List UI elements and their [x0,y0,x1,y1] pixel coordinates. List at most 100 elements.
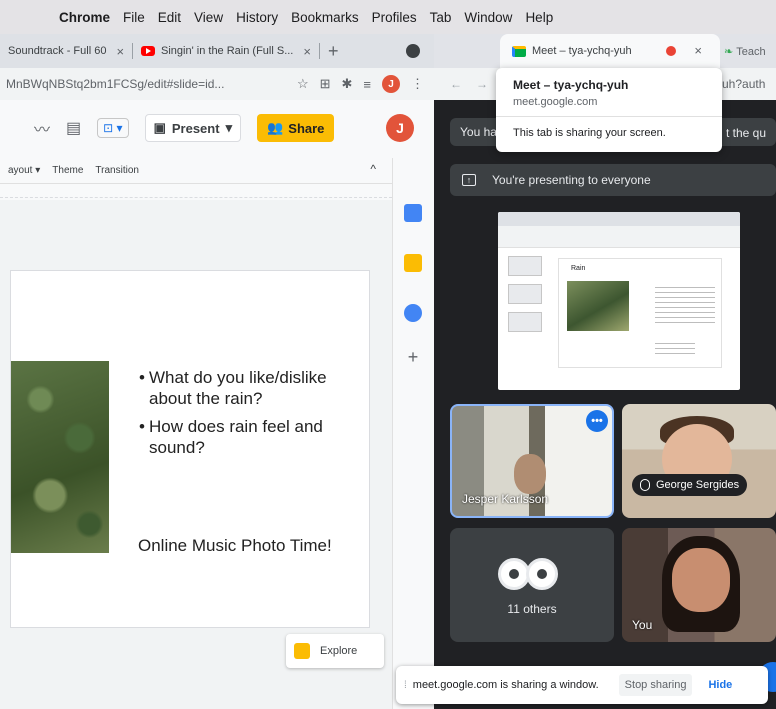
close-icon[interactable]: × [116,44,124,59]
ruler [0,186,392,198]
slides-toolbar: 〰 ▤ ⊡ ▾ ▣ Present ▾ 👥 Share J [0,106,434,150]
tab-label: Soundtrack - Full 60 [8,45,107,57]
participant-name: Jesper Karlsson [462,492,549,506]
new-tab-icon[interactable]: + [328,41,339,62]
preview-slide-title: Rain [571,265,586,272]
mac-menubar: Chrome File Edit View History Bookmarks … [0,0,776,34]
preview-text [655,283,715,323]
slide-canvas: What do you like/dislike about the rain?… [0,200,392,709]
bullet-item: What do you like/dislike about the rain? [139,367,339,409]
preview-tabbar [498,212,740,226]
tab-label: Meet – tya-ychq-yuh [532,45,632,57]
menu-transition[interactable]: Transition [95,165,139,176]
hide-button[interactable]: Hide [708,679,732,691]
grid-icon[interactable]: ⊞ [320,76,331,92]
address-bar[interactable]: MnBWqNBStq2bm1FCSg/edit#slide=id... ☆ ⊞ … [0,68,434,100]
present-icon: ▣ [153,120,166,135]
participant-tile-self[interactable]: You [622,528,776,642]
menu-history[interactable]: History [236,10,278,25]
url-text[interactable]: yuh?auth [716,77,765,91]
participant-video [514,454,546,494]
menu-edit[interactable]: Edit [158,10,181,25]
more-options-icon[interactable]: ••• [586,410,608,432]
participant-tile-others[interactable]: 11 others [450,528,614,642]
tab-soundtrack[interactable]: Soundtrack - Full 60 × [0,34,132,68]
slide-menu-row: ayout ▾ Theme Transition ^ [0,158,392,184]
menu-tab[interactable]: Tab [430,10,452,25]
close-icon[interactable]: × [303,44,311,59]
participant-tile-george[interactable]: George Sergides [622,404,776,518]
chevron-up-icon[interactable]: ^ [370,162,376,176]
add-addon-icon[interactable]: + [404,348,422,366]
mic-off-icon [640,479,650,491]
recording-icon [666,46,676,56]
account-avatar[interactable]: J [386,114,414,142]
present-up-icon: ↑ [462,174,476,186]
tab-meet[interactable]: Meet – tya-ychq-yuh × [500,34,720,68]
drag-handle-icon[interactable]: ⁞ [404,680,407,691]
others-count: 11 others [507,602,557,616]
star-icon[interactable]: ☆ [297,76,309,92]
avatar[interactable]: J [382,75,400,93]
slides-window: Soundtrack - Full 60 × Singin' in the Ra… [0,34,434,709]
explore-label: Explore [320,645,358,657]
sharing-message: meet.google.com is sharing a window. [412,679,599,691]
chevron-down-icon[interactable]: ▾ [226,120,233,136]
explore-button[interactable]: Explore [286,634,384,668]
present-label: Present [171,120,220,136]
menu-help[interactable]: Help [525,10,553,25]
trend-icon[interactable]: 〰 [34,116,50,140]
preview-slide: Rain [558,258,722,368]
rain-photo [11,361,109,553]
avatar [526,558,558,590]
left-tab-strip: Soundtrack - Full 60 × Singin' in the Ra… [0,34,434,68]
hover-card-note: This tab is sharing your screen. [513,127,666,139]
participant-video [672,548,730,612]
meet-icon [512,45,526,57]
menu-view[interactable]: View [194,10,223,25]
back-icon[interactable]: ← [450,77,462,91]
menu-bookmarks[interactable]: Bookmarks [291,10,359,25]
preview-text [655,339,695,355]
menu-window[interactable]: Window [464,10,512,25]
preview-toolbar [498,226,740,248]
presenting-banner: ↑ You're presenting to everyone [450,164,776,196]
playlist-icon[interactable]: ≡ [363,77,371,92]
kebab-menu-icon[interactable]: ⋮ [411,76,424,92]
puzzle-icon[interactable]: ✱ [342,76,353,92]
menu-chrome[interactable]: Chrome [59,10,110,25]
present-button[interactable]: ▣ Present ▾ [144,114,242,142]
url-text[interactable]: MnBWqNBStq2bm1FCSg/edit#slide=id... [6,77,297,91]
menu-file[interactable]: File [123,10,145,25]
share-label: Share [288,120,325,136]
hover-card-title: Meet – tya-ychq-yuh [513,78,629,92]
bullet-item: How does rain feel and sound? [139,416,339,458]
keep-icon[interactable] [404,254,422,272]
menu-theme[interactable]: Theme [52,165,83,176]
menu-profiles[interactable]: Profiles [372,10,417,25]
profile-dot-icon[interactable] [406,44,420,58]
comment-icon[interactable]: ▤ [66,118,81,138]
leaf-icon: ❧ [724,46,734,58]
calendar-icon[interactable] [404,204,422,222]
screen-share-preview: Rain [498,212,740,390]
stop-sharing-button[interactable]: Stop sharing [618,674,693,696]
close-icon[interactable]: × [694,43,702,58]
share-button[interactable]: 👥 Share [257,114,335,142]
current-slide[interactable]: What do you like/dislike about the rain?… [10,270,370,628]
tab-teach[interactable]: ❧ Teach [724,45,766,58]
right-tab-strip: Meet – tya-ychq-yuh × ❧ Teach [434,34,776,68]
participant-tile-jesper[interactable]: ••• Jesper Karlsson [450,404,614,518]
slide-bullets: What do you like/dislike about the rain?… [139,367,339,465]
menu-layout[interactable]: ayout ▾ [8,165,40,176]
new-slide-icon[interactable]: ⊡ ▾ [97,118,129,138]
forward-icon[interactable]: → [476,77,488,91]
participant-name: You [632,618,653,632]
presenting-label: You're presenting to everyone [492,173,651,187]
tab-singin-rain[interactable]: Singin' in the Rain (Full S... × [133,34,319,68]
people-icon: 👥 [267,120,284,135]
preview-photo [567,281,629,331]
tasks-icon[interactable] [404,304,422,322]
sharing-notification-bar: ⁞ meet.google.com is sharing a window. S… [396,666,768,704]
youtube-icon [141,46,156,56]
